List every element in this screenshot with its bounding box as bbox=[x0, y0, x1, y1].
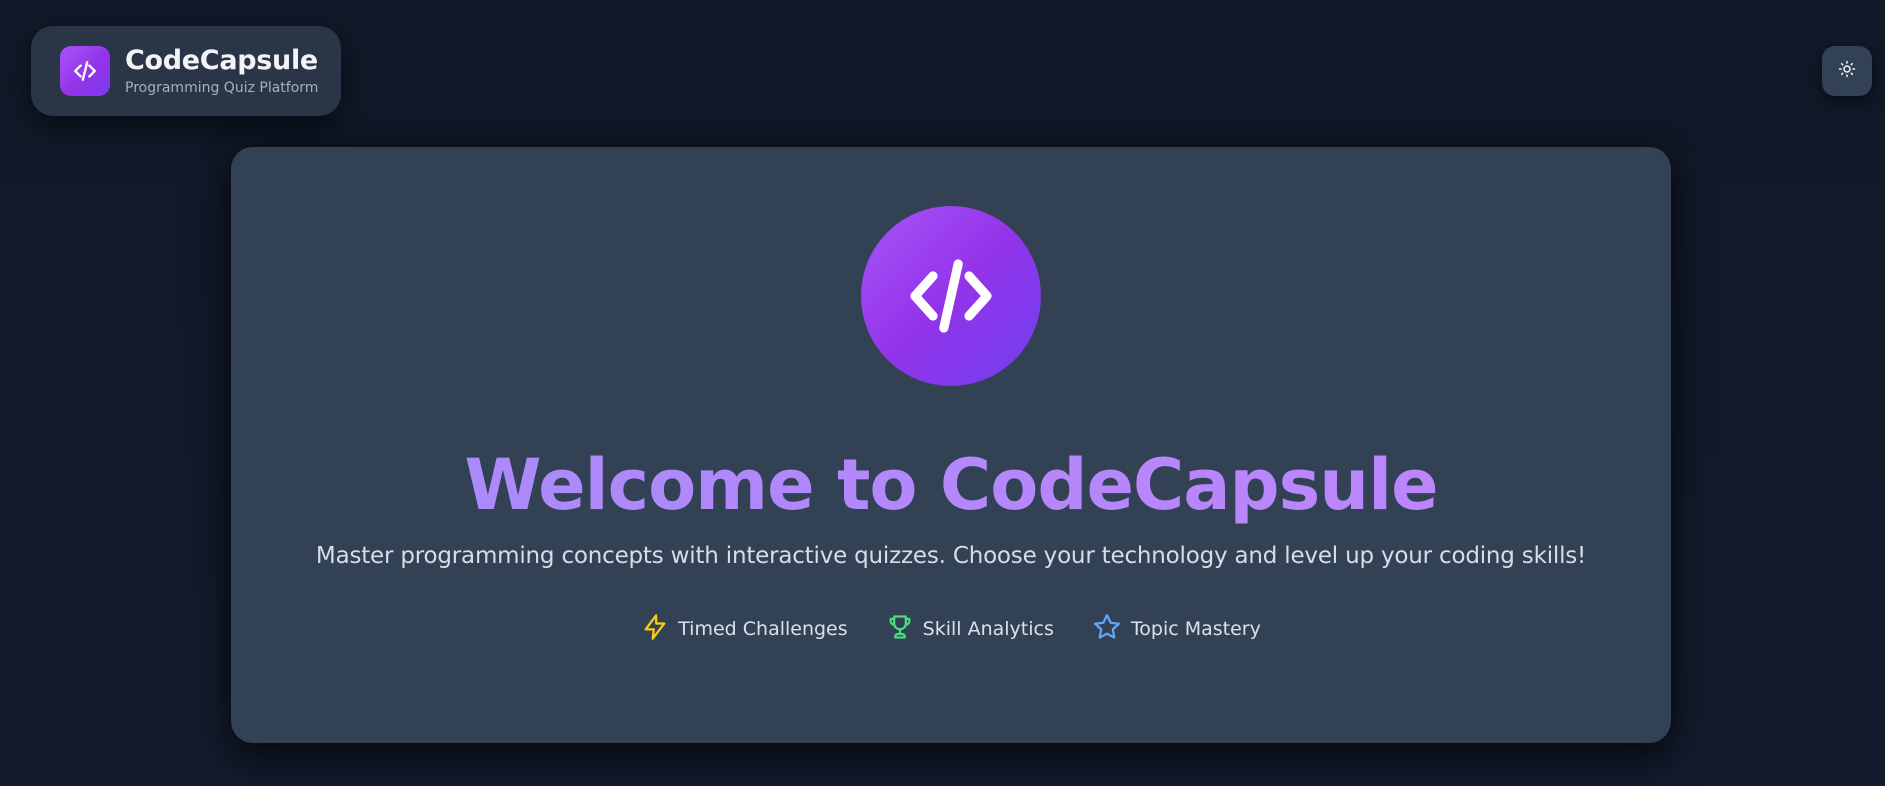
feature-topic-mastery: Topic Mastery bbox=[1092, 612, 1261, 646]
brand-subtitle: Programming Quiz Platform bbox=[125, 80, 319, 96]
hero-card: Welcome to CodeCapsule Master programmin… bbox=[231, 147, 1671, 743]
theme-toggle-button[interactable] bbox=[1822, 46, 1872, 96]
feature-label: Timed Challenges bbox=[678, 618, 848, 640]
feature-label: Skill Analytics bbox=[922, 618, 1054, 640]
lightning-icon bbox=[641, 612, 669, 646]
feature-label: Topic Mastery bbox=[1130, 618, 1261, 640]
code-icon bbox=[861, 206, 1041, 386]
star-icon bbox=[1092, 612, 1122, 646]
code-icon bbox=[60, 46, 110, 96]
hero-title: Welcome to CodeCapsule bbox=[231, 443, 1671, 527]
hero-description: Master programming concepts with interac… bbox=[315, 543, 1587, 569]
brand-title: CodeCapsule bbox=[125, 45, 318, 76]
sun-icon bbox=[1838, 60, 1856, 82]
trophy-icon bbox=[886, 612, 914, 646]
brand-card[interactable]: CodeCapsule Programming Quiz Platform bbox=[31, 26, 341, 116]
feature-skill-analytics: Skill Analytics bbox=[886, 612, 1054, 646]
brand-text: CodeCapsule Programming Quiz Platform bbox=[125, 45, 318, 97]
feature-list: Timed Challenges Skill Analytics Topic M… bbox=[231, 612, 1671, 646]
feature-timed-challenges: Timed Challenges bbox=[641, 612, 848, 646]
